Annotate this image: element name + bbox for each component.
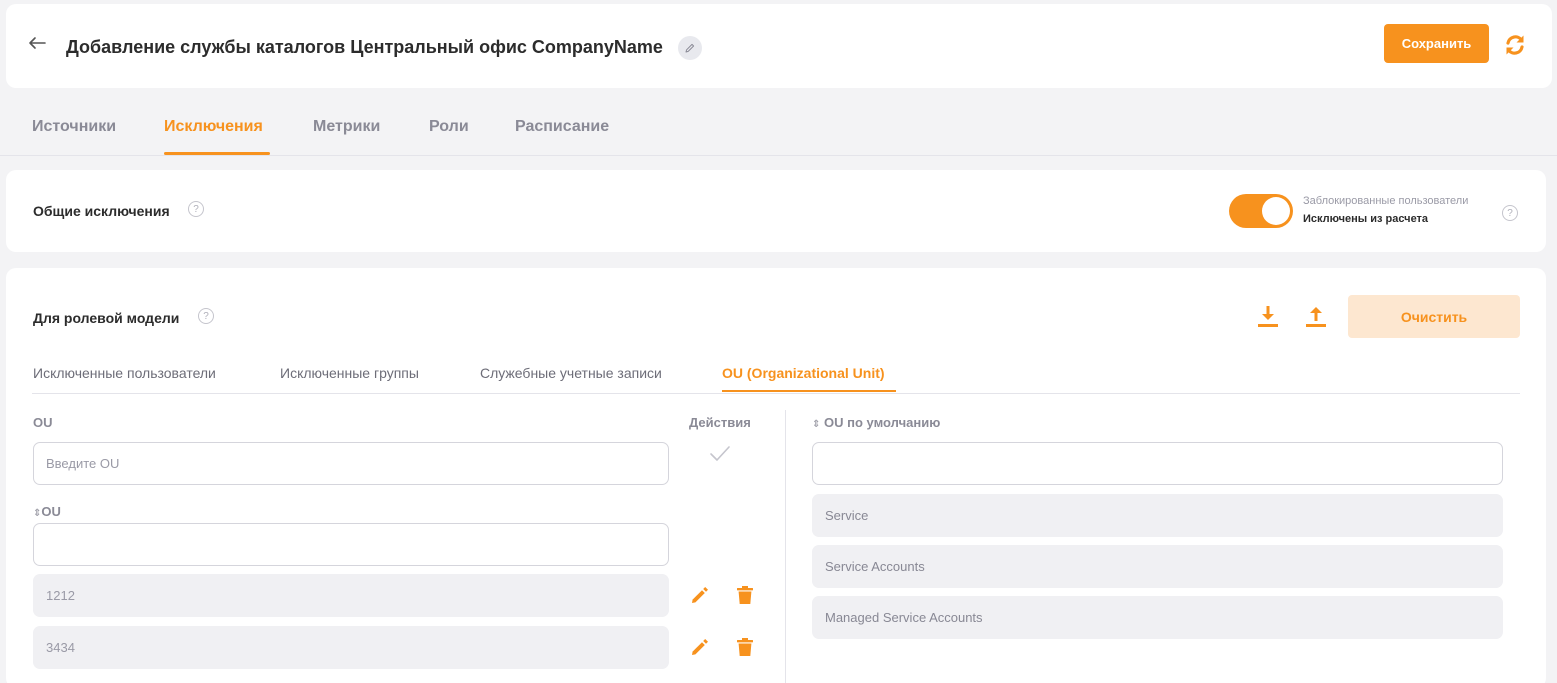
default-ou-row: Service <box>812 494 1503 537</box>
ou-column-label: OU <box>33 415 53 430</box>
toggle-value: Исключены из расчета <box>1303 213 1429 225</box>
confirm-check-icon[interactable] <box>708 442 732 466</box>
delete-icon[interactable] <box>735 585 755 605</box>
toggle-caption: Заблокированные пользователи <box>1303 195 1469 207</box>
subtab-excluded-users[interactable]: Исключенные пользователи <box>33 365 216 381</box>
clear-button[interactable]: Очистить <box>1348 295 1520 338</box>
tab-schedule[interactable]: Расписание <box>515 118 609 136</box>
role-model-card: Для ролевой модели ? Очистить Исключенны… <box>6 268 1546 683</box>
general-exclusions-card: Общие исключения ? Заблокированные польз… <box>6 170 1546 252</box>
help-icon[interactable]: ? <box>198 308 214 324</box>
refresh-icon[interactable] <box>1503 33 1527 57</box>
pencil-icon <box>685 43 695 53</box>
actions-column-label: Действия <box>689 415 751 430</box>
subtab-excluded-groups[interactable]: Исключенные группы <box>280 365 419 381</box>
ou-row: 1212 <box>33 574 669 617</box>
active-subtab-indicator <box>722 390 896 392</box>
delete-icon[interactable] <box>735 637 755 657</box>
tab-sources[interactable]: Источники <box>32 118 116 136</box>
upload-icon[interactable] <box>1304 304 1328 328</box>
subtabs-divider <box>32 393 1520 394</box>
download-icon[interactable] <box>1256 304 1280 328</box>
ou-sort-label: OU <box>41 504 61 519</box>
ou-sort-header[interactable]: ⇕OU <box>33 504 61 519</box>
ou-filter-input[interactable] <box>33 523 669 566</box>
general-exclusions-title: Общие исключения <box>33 203 170 219</box>
ou-row: 3434 <box>33 626 669 669</box>
blocked-users-toggle[interactable] <box>1229 194 1293 228</box>
subtab-service-accounts[interactable]: Служебные учетные записи <box>480 365 662 381</box>
default-ou-row: Managed Service Accounts <box>812 596 1503 639</box>
ou-input[interactable] <box>33 442 669 485</box>
page-title: Добавление службы каталогов Центральный … <box>66 37 663 57</box>
save-button[interactable]: Сохранить <box>1384 24 1489 63</box>
toggle-knob <box>1262 197 1290 225</box>
column-divider <box>785 410 786 683</box>
default-ou-sort-header[interactable]: ⇕ OU по умолчанию <box>812 415 940 430</box>
tab-roles[interactable]: Роли <box>429 118 469 136</box>
role-model-title: Для ролевой модели <box>33 310 180 326</box>
edit-icon[interactable] <box>689 638 709 658</box>
back-arrow-icon[interactable] <box>26 32 48 54</box>
sort-icon: ⇕ <box>812 419 821 430</box>
subtab-ou[interactable]: OU (Organizational Unit) <box>722 365 885 381</box>
default-ou-row: Service Accounts <box>812 545 1503 588</box>
help-icon[interactable]: ? <box>188 201 204 217</box>
help-icon[interactable]: ? <box>1502 205 1518 221</box>
tab-exclusions[interactable]: Исключения <box>164 118 263 136</box>
edit-icon[interactable] <box>689 586 709 606</box>
tab-metrics[interactable]: Метрики <box>313 118 380 136</box>
tabs-divider <box>0 155 1557 156</box>
edit-title-button[interactable] <box>678 36 702 60</box>
default-ou-sort-label: OU по умолчанию <box>824 415 941 430</box>
default-ou-filter-input[interactable] <box>812 442 1503 485</box>
page-header: Добавление службы каталогов Центральный … <box>6 4 1552 88</box>
